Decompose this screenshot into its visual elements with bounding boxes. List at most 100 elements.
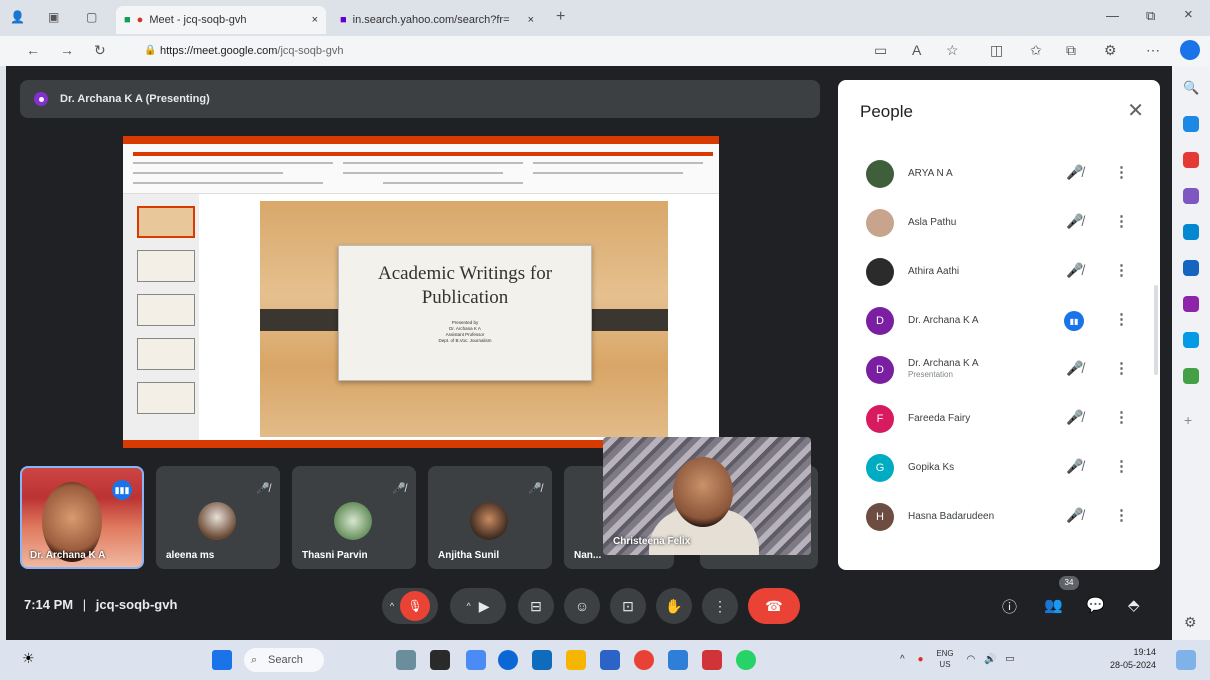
- mic-off-icon[interactable]: 🎙: [400, 591, 431, 621]
- camera-icon[interactable]: ▶: [479, 598, 490, 615]
- file-explorer-icon[interactable]: [566, 650, 586, 670]
- leave-call-button[interactable]: ☎: [748, 588, 800, 624]
- self-video-tile[interactable]: ▮▮▮ Dr. Archana K A: [20, 466, 144, 569]
- workspaces-icon[interactable]: ▣: [48, 10, 59, 24]
- participant-row[interactable]: G Gopika Ks 🎤̸ ⋮: [838, 444, 1160, 493]
- participant-tile[interactable]: 🎤̸ Anjitha Sunil: [428, 466, 552, 569]
- present-button[interactable]: ⊡: [610, 588, 646, 624]
- more-vert-icon[interactable]: ⋮: [1114, 310, 1129, 328]
- minimize-icon[interactable]: —: [1106, 8, 1119, 23]
- read-aloud-icon[interactable]: A: [912, 42, 921, 58]
- notification-icon[interactable]: [1176, 650, 1196, 670]
- participant-tile[interactable]: 🎤̸ Thasni Parvin: [292, 466, 416, 569]
- more-options-button[interactable]: ⋮: [702, 588, 738, 624]
- more-vert-icon[interactable]: ⋮: [1114, 261, 1129, 279]
- tab-actions-icon[interactable]: ▢: [86, 10, 97, 24]
- favorite-star-icon[interactable]: ☆: [946, 42, 959, 59]
- taskbar-search[interactable]: ⌕ Search: [244, 648, 324, 672]
- close-window-icon[interactable]: ×: [1184, 6, 1193, 23]
- battery-icon[interactable]: ▭: [1005, 654, 1014, 665]
- weather-icon[interactable]: ☀: [22, 650, 35, 667]
- close-tab-icon[interactable]: ×: [312, 14, 318, 26]
- sidebar-tools-icon[interactable]: [1183, 152, 1199, 168]
- profile-icon[interactable]: 👤: [10, 10, 25, 24]
- more-vert-icon[interactable]: ⋮: [1114, 457, 1129, 475]
- sidebar-tree-icon[interactable]: [1183, 368, 1199, 384]
- sidebar-outlook-icon[interactable]: [1183, 260, 1199, 276]
- sidebar-search-icon[interactable]: 🔍: [1183, 80, 1199, 96]
- camera-control[interactable]: ^ ▶: [450, 588, 506, 624]
- more-vert-icon[interactable]: ⋮: [1114, 408, 1129, 426]
- language-indicator[interactable]: ENG US: [936, 648, 953, 670]
- chevron-up-icon[interactable]: ^: [466, 601, 470, 611]
- chat-icon[interactable]: 💬: [1086, 596, 1105, 614]
- edge-icon[interactable]: [498, 650, 518, 670]
- participant-row[interactable]: F Fareeda Fairy 🎤̸ ⋮: [838, 395, 1160, 444]
- powerpoint-icon[interactable]: [702, 650, 722, 670]
- camera-permission-icon[interactable]: ▭: [874, 42, 887, 59]
- chevron-up-icon[interactable]: ^: [390, 601, 394, 611]
- participant-row[interactable]: H Hasna Badarudeen 🎤̸ ⋮: [838, 493, 1160, 542]
- refresh-icon[interactable]: ↻: [94, 42, 106, 59]
- people-icon[interactable]: 👥: [1044, 596, 1063, 614]
- mail-icon[interactable]: [668, 650, 688, 670]
- participant-row[interactable]: Asla Pathu 🎤̸ ⋮: [838, 199, 1160, 248]
- more-vert-icon[interactable]: ⋮: [1114, 506, 1129, 524]
- store-icon[interactable]: [532, 650, 552, 670]
- collections-icon[interactable]: ⧉: [1066, 42, 1076, 59]
- captions-button[interactable]: ⊟: [518, 588, 554, 624]
- start-icon[interactable]: [212, 650, 232, 670]
- tab-meet[interactable]: ■ ● Meet - jcq-soqb-gvh ×: [116, 6, 326, 34]
- participant-tile[interactable]: 🎤̸ aleena ms: [156, 466, 280, 569]
- participant-row[interactable]: ARYA N A 🎤̸ ⋮: [838, 150, 1160, 199]
- slide-thumbnail[interactable]: [137, 250, 195, 282]
- back-icon[interactable]: ←: [26, 42, 40, 58]
- activities-icon[interactable]: ⬘: [1128, 596, 1140, 614]
- tray-app-icon[interactable]: ●: [917, 654, 923, 665]
- participant-row[interactable]: D Dr. Archana K A ▮▮ ⋮: [838, 297, 1160, 346]
- more-menu-icon[interactable]: ⋯: [1146, 42, 1160, 59]
- more-vert-icon[interactable]: ⋮: [1114, 163, 1129, 181]
- sidebar-add-icon[interactable]: +: [1184, 412, 1192, 428]
- mic-control[interactable]: ^ 🎙: [382, 588, 438, 624]
- meeting-details-icon[interactable]: ⓘ: [1002, 596, 1017, 617]
- emoji-button[interactable]: ☺: [564, 588, 600, 624]
- extensions-icon[interactable]: ⚙: [1104, 42, 1117, 59]
- slide-thumbnail[interactable]: [137, 294, 195, 326]
- tab-yahoo[interactable]: ■ in.search.yahoo.com/search?fr= ×: [332, 6, 542, 34]
- task-view-icon[interactable]: [430, 650, 450, 670]
- whatsapp-icon[interactable]: [736, 650, 756, 670]
- show-hidden-icon[interactable]: ^: [900, 654, 905, 665]
- favorites-icon[interactable]: ✩: [1030, 42, 1042, 59]
- slide-thumbnail[interactable]: [137, 382, 195, 414]
- close-tab-icon[interactable]: ×: [528, 14, 534, 26]
- more-vert-icon[interactable]: ⋮: [1114, 212, 1129, 230]
- participant-row[interactable]: D Dr. Archana K A Presentation 🎤̸ ⋮: [838, 346, 1160, 395]
- split-screen-icon[interactable]: ◫: [990, 42, 1003, 59]
- maximize-icon[interactable]: ⧉: [1146, 8, 1155, 24]
- sidebar-designer-icon[interactable]: [1183, 296, 1199, 312]
- wifi-icon[interactable]: ◠: [966, 654, 975, 665]
- copilot-app-icon[interactable]: [396, 650, 416, 670]
- slide-thumbnail[interactable]: [137, 338, 195, 370]
- word-icon[interactable]: [600, 650, 620, 670]
- sidebar-shopping-icon[interactable]: [1183, 116, 1199, 132]
- sidebar-drop-icon[interactable]: [1183, 332, 1199, 348]
- sidebar-games-icon[interactable]: [1183, 188, 1199, 204]
- participant-row[interactable]: Athira Aathi 🎤̸ ⋮: [838, 248, 1160, 297]
- volume-icon[interactable]: 🔊: [984, 654, 996, 665]
- floating-video[interactable]: Christeena Felix: [603, 437, 811, 555]
- teams-icon[interactable]: [466, 650, 486, 670]
- copilot-icon[interactable]: [1180, 40, 1200, 60]
- forward-icon[interactable]: →: [60, 42, 74, 58]
- chrome-icon[interactable]: [634, 650, 654, 670]
- sidebar-office-icon[interactable]: [1183, 224, 1199, 240]
- system-clock[interactable]: 19:14 28-05-2024: [1110, 646, 1156, 672]
- slide-thumbnail[interactable]: [137, 206, 195, 238]
- scrollbar[interactable]: [1154, 285, 1158, 375]
- raise-hand-button[interactable]: ✋: [656, 588, 692, 624]
- more-vert-icon[interactable]: ⋮: [1114, 359, 1129, 377]
- sidebar-settings-icon[interactable]: ⚙: [1184, 614, 1197, 631]
- url-bar[interactable]: 🔒 https://meet.google.com/jcq-soqb-gvh: [140, 40, 860, 62]
- close-icon[interactable]: ✕: [1127, 98, 1144, 123]
